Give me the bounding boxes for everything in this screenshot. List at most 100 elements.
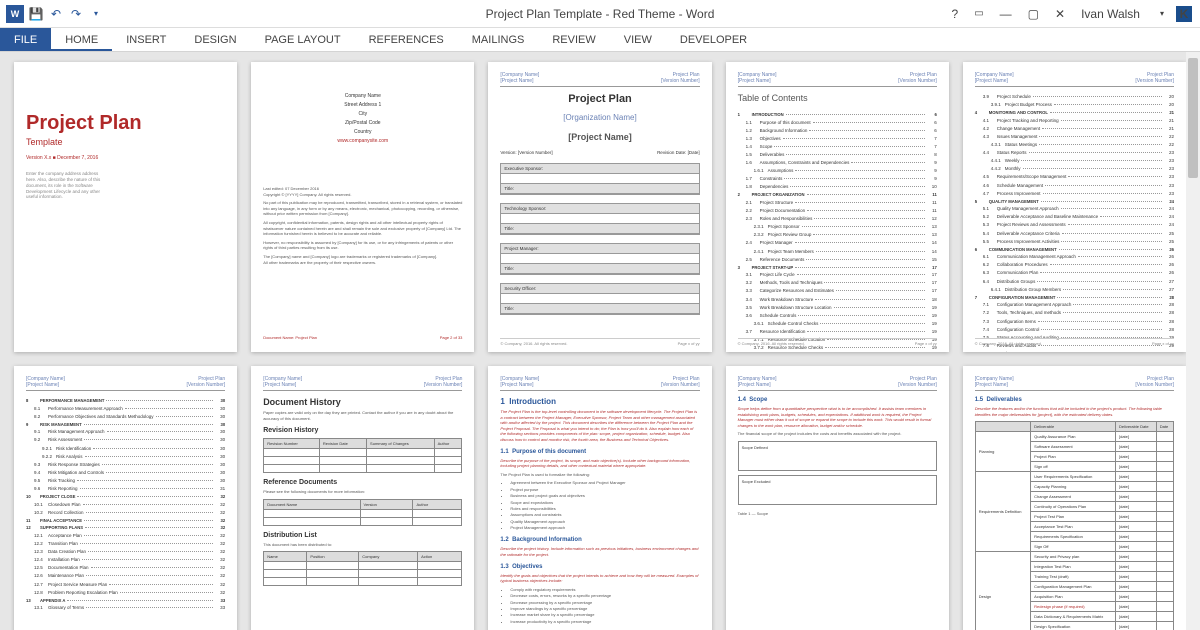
- help-icon[interactable]: ?: [948, 5, 963, 23]
- toc-entry: 4.4.2Monthly23: [975, 165, 1174, 173]
- distribution-table: NamePositionCompanyAction: [263, 551, 462, 586]
- page-footer: © Company, 2016. All rights reserved.Pag…: [738, 338, 937, 346]
- pages-area[interactable]: Project Plan Template Version X.x ■ Dece…: [0, 52, 1200, 630]
- minimize-icon[interactable]: —: [996, 5, 1016, 23]
- tab-home[interactable]: HOME: [51, 28, 112, 51]
- toc-entry: 10.2Record Collection32: [26, 509, 225, 517]
- toc-entry: 2.4Project Manager14: [738, 239, 937, 247]
- toc-entry: 7.4Configuration Control28: [975, 326, 1174, 334]
- toc-entry: 3.6Schedule Controls19: [738, 312, 937, 320]
- cover-version: Version X.x ■ December 7, 2016: [26, 155, 225, 161]
- toc-list: 1INTRODUCTION61.1Purpose of this documen…: [738, 111, 937, 352]
- toc-entry: 4.4Status Reports23: [975, 149, 1174, 157]
- toc-entry: 8.1Performance Measurement Approach30: [26, 405, 225, 413]
- page-footer: Document Name: Project Plan Page 2 of 33: [263, 335, 462, 340]
- user-name: Ivan Walsh: [1077, 5, 1144, 23]
- toc-entry: 5.2Deliverable Acceptance and Baseline M…: [975, 213, 1174, 221]
- subsection: 1.4 Scope: [738, 397, 937, 403]
- subsection: 1.5 Deliverables: [975, 397, 1174, 403]
- page-thumbnail[interactable]: [Company Name][Project Name] Project Pla…: [488, 62, 711, 352]
- tab-file[interactable]: FILE: [0, 28, 51, 51]
- subsection: Revision History: [263, 427, 462, 434]
- toc-entry: 10PROJECT CLOSE32: [26, 493, 225, 501]
- toc-entry: 2.2Project Documentation11: [738, 207, 937, 215]
- toc-entry: 12.6Maintenance Plan32: [26, 572, 225, 580]
- toc-entry: 8.2Performance Objectives and Standards …: [26, 413, 225, 421]
- toc-entry: 7.2Tools, Techniques, and methods28: [975, 309, 1174, 317]
- tab-insert[interactable]: INSERT: [112, 28, 180, 51]
- signature-box: Project Manager:Title:: [500, 243, 699, 275]
- toc-entry: 12.2Transition Plan32: [26, 540, 225, 548]
- toc-entry: 3.1Project Life Cycle17: [738, 271, 937, 279]
- toc-entry: 5.5Process Improvement Activities25: [975, 238, 1174, 246]
- page-thumbnail[interactable]: Company Name Street Address 1 City Zip/P…: [251, 62, 474, 352]
- page-thumbnail[interactable]: [Company Name][Project Name] Project Pla…: [963, 366, 1186, 630]
- toc-entry: 9.2.2Risk Analysis30: [26, 453, 225, 461]
- form-title: Project Plan: [500, 93, 699, 105]
- page-thumbnail[interactable]: [Company Name][Project Name] Project Pla…: [726, 366, 949, 630]
- toc-title: Table of Contents: [738, 93, 937, 103]
- toc-entry: 4.5Requirements/Scope Management23: [975, 173, 1174, 181]
- pages-grid: Project Plan Template Version X.x ■ Dece…: [14, 62, 1186, 630]
- page-header: [Company Name][Project Name] Project Pla…: [738, 376, 937, 391]
- page-thumbnail[interactable]: [Company Name][Project Name] Project Pla…: [488, 366, 711, 630]
- ribbon-options-icon[interactable]: ▭: [970, 6, 987, 21]
- toc-list: 8PERFORMANCE MANAGEMENT308.1Performance …: [26, 397, 225, 612]
- toc-entry: 1.4Scope7: [738, 143, 937, 151]
- toc-entry: 12SUPPORTING PLANS32: [26, 524, 225, 532]
- toc-entry: 9.2Risk Assessment30: [26, 436, 225, 444]
- signature-box: Executive Sponsor:Title:: [500, 163, 699, 195]
- toc-entry: 5.1Quality Management Approach24: [975, 205, 1174, 213]
- page-footer: © Company, 2016. All rights reserved.Pag…: [500, 338, 699, 346]
- tab-review[interactable]: REVIEW: [538, 28, 609, 51]
- page-thumbnail[interactable]: Project Plan Template Version X.x ■ Dece…: [14, 62, 237, 352]
- toc-entry: 12.4Installation Plan32: [26, 556, 225, 564]
- user-badge[interactable]: K: [1176, 6, 1192, 22]
- tab-view[interactable]: VIEW: [610, 28, 666, 51]
- signature-box: Technology Sponsor:Title:: [500, 203, 699, 235]
- page-thumbnail[interactable]: [Company Name][Project Name] Project Pla…: [963, 62, 1186, 352]
- org-name: [Organization Name]: [500, 113, 699, 122]
- page-thumbnail[interactable]: [Company Name][Project Name] Project Pla…: [251, 366, 474, 630]
- ribbon-tabs: FILE HOME INSERT DESIGN PAGE LAYOUT REFE…: [0, 28, 1200, 52]
- undo-icon[interactable]: ↶: [48, 6, 64, 22]
- document-title: Project Plan Template - Red Theme - Word: [486, 7, 715, 21]
- toc-entry: 2.3.1Project Sponsor13: [738, 223, 937, 231]
- toc-entry: 2.4.1Project Team Members14: [738, 248, 937, 256]
- toc-entry: 9.5Risk Tracking30: [26, 477, 225, 485]
- maximize-icon[interactable]: ▢: [1024, 5, 1043, 23]
- toc-entry: 1.7Constraints9: [738, 175, 937, 183]
- qat-dropdown-icon[interactable]: ▾: [88, 6, 104, 22]
- tab-mailings[interactable]: MAILINGS: [458, 28, 539, 51]
- revision-table: Revision NumberRevision DateSummary of C…: [263, 438, 462, 473]
- subsection: 1.3 Objectives: [500, 564, 699, 570]
- toc-entry: 4.2Change Management21: [975, 125, 1174, 133]
- toc-entry: 3.7Resource Identification19: [738, 328, 937, 336]
- toc-entry: 1.8Dependencies10: [738, 183, 937, 191]
- page-header: [Company Name][Project Name] Project Pla…: [500, 72, 699, 87]
- proj-name: [Project Name]: [500, 132, 699, 142]
- scope-box: Scope Defined: [738, 441, 937, 471]
- toc-entry: 6.4.1Distribution Group Members27: [975, 286, 1174, 294]
- titlebar: W 💾 ↶ ↷ ▾ Project Plan Template - Red Th…: [0, 0, 1200, 28]
- redo-icon[interactable]: ↷: [68, 6, 84, 22]
- toc-entry: 6.1Communication Management Approach26: [975, 253, 1174, 261]
- toc-entry: 11FINAL ACCEPTANCE32: [26, 517, 225, 525]
- scroll-thumb[interactable]: [1188, 58, 1198, 178]
- vertical-scrollbar[interactable]: [1186, 52, 1200, 630]
- page-thumbnail[interactable]: [Company Name][Project Name] Project Pla…: [726, 62, 949, 352]
- toc-entry: 1.1Purpose of this document6: [738, 119, 937, 127]
- toc-entry: 12.5Documentation Plan32: [26, 564, 225, 572]
- save-icon[interactable]: 💾: [28, 6, 44, 22]
- bullet-list: Comply with regulatory requirementsDecre…: [510, 587, 699, 625]
- tab-design[interactable]: DESIGN: [180, 28, 250, 51]
- subsection: 1.2 Background Information: [500, 537, 699, 543]
- close-icon[interactable]: ✕: [1051, 5, 1069, 23]
- toc-entry: 6.2Collaboration Procedures26: [975, 261, 1174, 269]
- tab-developer[interactable]: DEVELOPER: [666, 28, 761, 51]
- tab-page-layout[interactable]: PAGE LAYOUT: [251, 28, 355, 51]
- user-dropdown-icon[interactable]: ▾: [1156, 7, 1168, 20]
- tab-references[interactable]: REFERENCES: [355, 28, 458, 51]
- toc-entry: 6.3Communication Plan26: [975, 269, 1174, 277]
- page-thumbnail[interactable]: [Company Name][Project Name] Project Pla…: [14, 366, 237, 630]
